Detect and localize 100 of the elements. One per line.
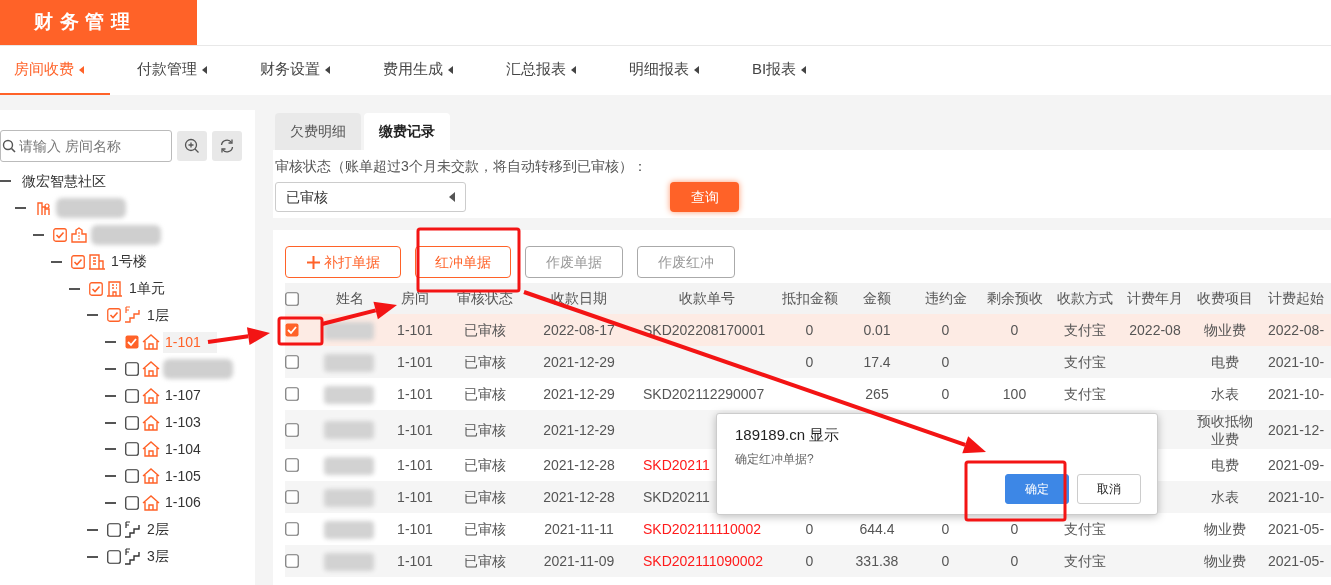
tree-item[interactable]: 微宏智慧社区 [20,170,108,192]
tree-item[interactable]: 1-103 [163,412,203,434]
checkbox[interactable] [125,442,139,457]
collapse-icon[interactable] [87,555,98,558]
search-icon [2,139,16,153]
column-header: 收款方式 [1049,283,1120,314]
checkbox[interactable] [285,458,299,472]
nav-tab[interactable]: 费用生成 [369,46,479,95]
nav-tab[interactable]: 付款管理 [123,46,233,95]
table-cell: 644.4 [859,521,895,537]
refresh-icon [219,138,235,154]
tree-item[interactable]: 1-107 [163,385,203,407]
table-row[interactable]: 1-101 已审核 2021-12-29 SKD202112290007 265 0 100 支付宝 水表 2021-10- [285,378,1331,410]
checkbox[interactable] [285,355,299,369]
column-header: 审核状态 [450,283,520,314]
search-field[interactable]: 请输入 房间名称 [0,130,172,162]
tree-item[interactable]: 1-104 [163,438,203,460]
checkbox[interactable] [125,361,139,376]
table-cell: 100 [1002,386,1027,402]
nav-tab[interactable]: 财务设置 [246,46,356,95]
house-icon [142,440,160,459]
checkbox[interactable] [125,335,139,350]
table-cell: 0 [941,521,950,537]
collapse-icon[interactable] [105,341,116,344]
stairs-icon [124,306,142,325]
tree-item[interactable]: 2层 [145,519,171,541]
tree-item[interactable]: 1-106 [163,492,203,514]
tree-item[interactable]: 3层 [145,546,171,568]
collapse-icon[interactable] [105,394,116,397]
checkbox[interactable] [285,422,299,437]
dialog-message: 确定红冲单据? [735,451,814,468]
building-icon [70,226,88,244]
table-cell: 水表 [1211,489,1239,505]
nav-tab[interactable]: 明细报表 [615,46,725,95]
table-cell: 支付宝 [1063,322,1106,338]
checkbox[interactable] [285,490,299,504]
checkbox[interactable] [125,469,139,484]
caret-icon [571,65,576,74]
tree-item[interactable]: 1号楼 [109,251,149,273]
building-icon [106,279,124,298]
checkbox[interactable] [107,308,121,323]
collapse-icon[interactable] [105,421,116,424]
table-cell: 已审核 [464,521,506,537]
zoom-button[interactable] [177,131,207,161]
caret-icon [449,192,455,202]
ok-button[interactable]: 确定 [1005,474,1069,504]
tree-item[interactable]: 1-105 [163,465,203,487]
tree-item[interactable]: 1层 [145,304,171,326]
checkbox[interactable] [89,281,103,296]
house-icon [142,386,160,405]
collapse-icon[interactable] [105,475,116,478]
column-header: 违约金 [911,283,980,314]
table-row[interactable]: 1-101 已审核 2021-11-09 SKD202111090002 0 331.38 0 0 支付宝 物业费 2021-05- [285,545,1331,577]
collapse-icon[interactable] [105,448,116,451]
blurred-name [324,520,374,539]
checkbox[interactable] [125,495,139,510]
table-cell: SKD20211 [643,457,710,473]
table-cell: 电费 [1211,457,1239,473]
table-cell: SKD202111110002 [643,521,762,537]
blurred-name [324,421,374,440]
building-icon [35,199,53,218]
nav-tab[interactable]: BI报表 [738,46,848,95]
checkbox[interactable] [71,254,85,269]
checkbox[interactable] [107,522,121,537]
table-cell: 2021-05- [1268,553,1325,569]
collapse-icon[interactable] [69,287,80,290]
collapse-icon[interactable] [87,528,98,531]
collapse-icon[interactable] [105,501,116,504]
tab[interactable]: 欠费明细 [275,113,361,150]
checkbox[interactable] [285,554,299,568]
table-cell: 1-101 [397,386,433,402]
tab[interactable]: 缴费记录 [364,113,450,150]
refresh-button[interactable] [212,131,242,161]
table-cell: 已审核 [464,322,506,338]
blurred-name [324,552,374,571]
collapse-icon[interactable] [15,207,26,210]
checkbox[interactable] [285,522,299,536]
collapse-icon[interactable] [51,260,62,263]
checkbox[interactable] [107,549,121,564]
tree-item[interactable]: 1单元 [127,278,167,300]
table-row[interactable]: 1-101 已审核 2021-12-29 0 17.4 0 支付宝 电费 2021-10- [285,346,1331,378]
table-cell: 0 [805,322,814,338]
cancel-button[interactable]: 取消 [1077,474,1141,504]
blurred-name [324,488,374,507]
checkbox[interactable] [125,388,139,403]
table-cell: 已审核 [464,457,506,473]
status-select[interactable]: 已审核 [275,182,466,212]
checkbox[interactable] [53,228,67,242]
checkbox[interactable] [125,415,139,430]
checkbox[interactable] [285,387,299,401]
column-header: 抵扣金额 [776,283,843,314]
checkbox[interactable] [285,291,299,306]
table-cell: 0 [941,386,950,402]
nav-tab[interactable]: 汇总报表 [492,46,602,95]
collapse-icon[interactable] [0,180,11,183]
checkbox[interactable] [285,323,299,337]
collapse-icon[interactable] [87,314,98,317]
column-header: 收款单号 [638,283,776,314]
collapse-icon[interactable] [105,367,116,370]
table-row[interactable]: 1-101 已审核 2021-11-11 SKD202111110002 0 644.4 0 0 支付宝 物业费 2021-05- [285,513,1331,545]
